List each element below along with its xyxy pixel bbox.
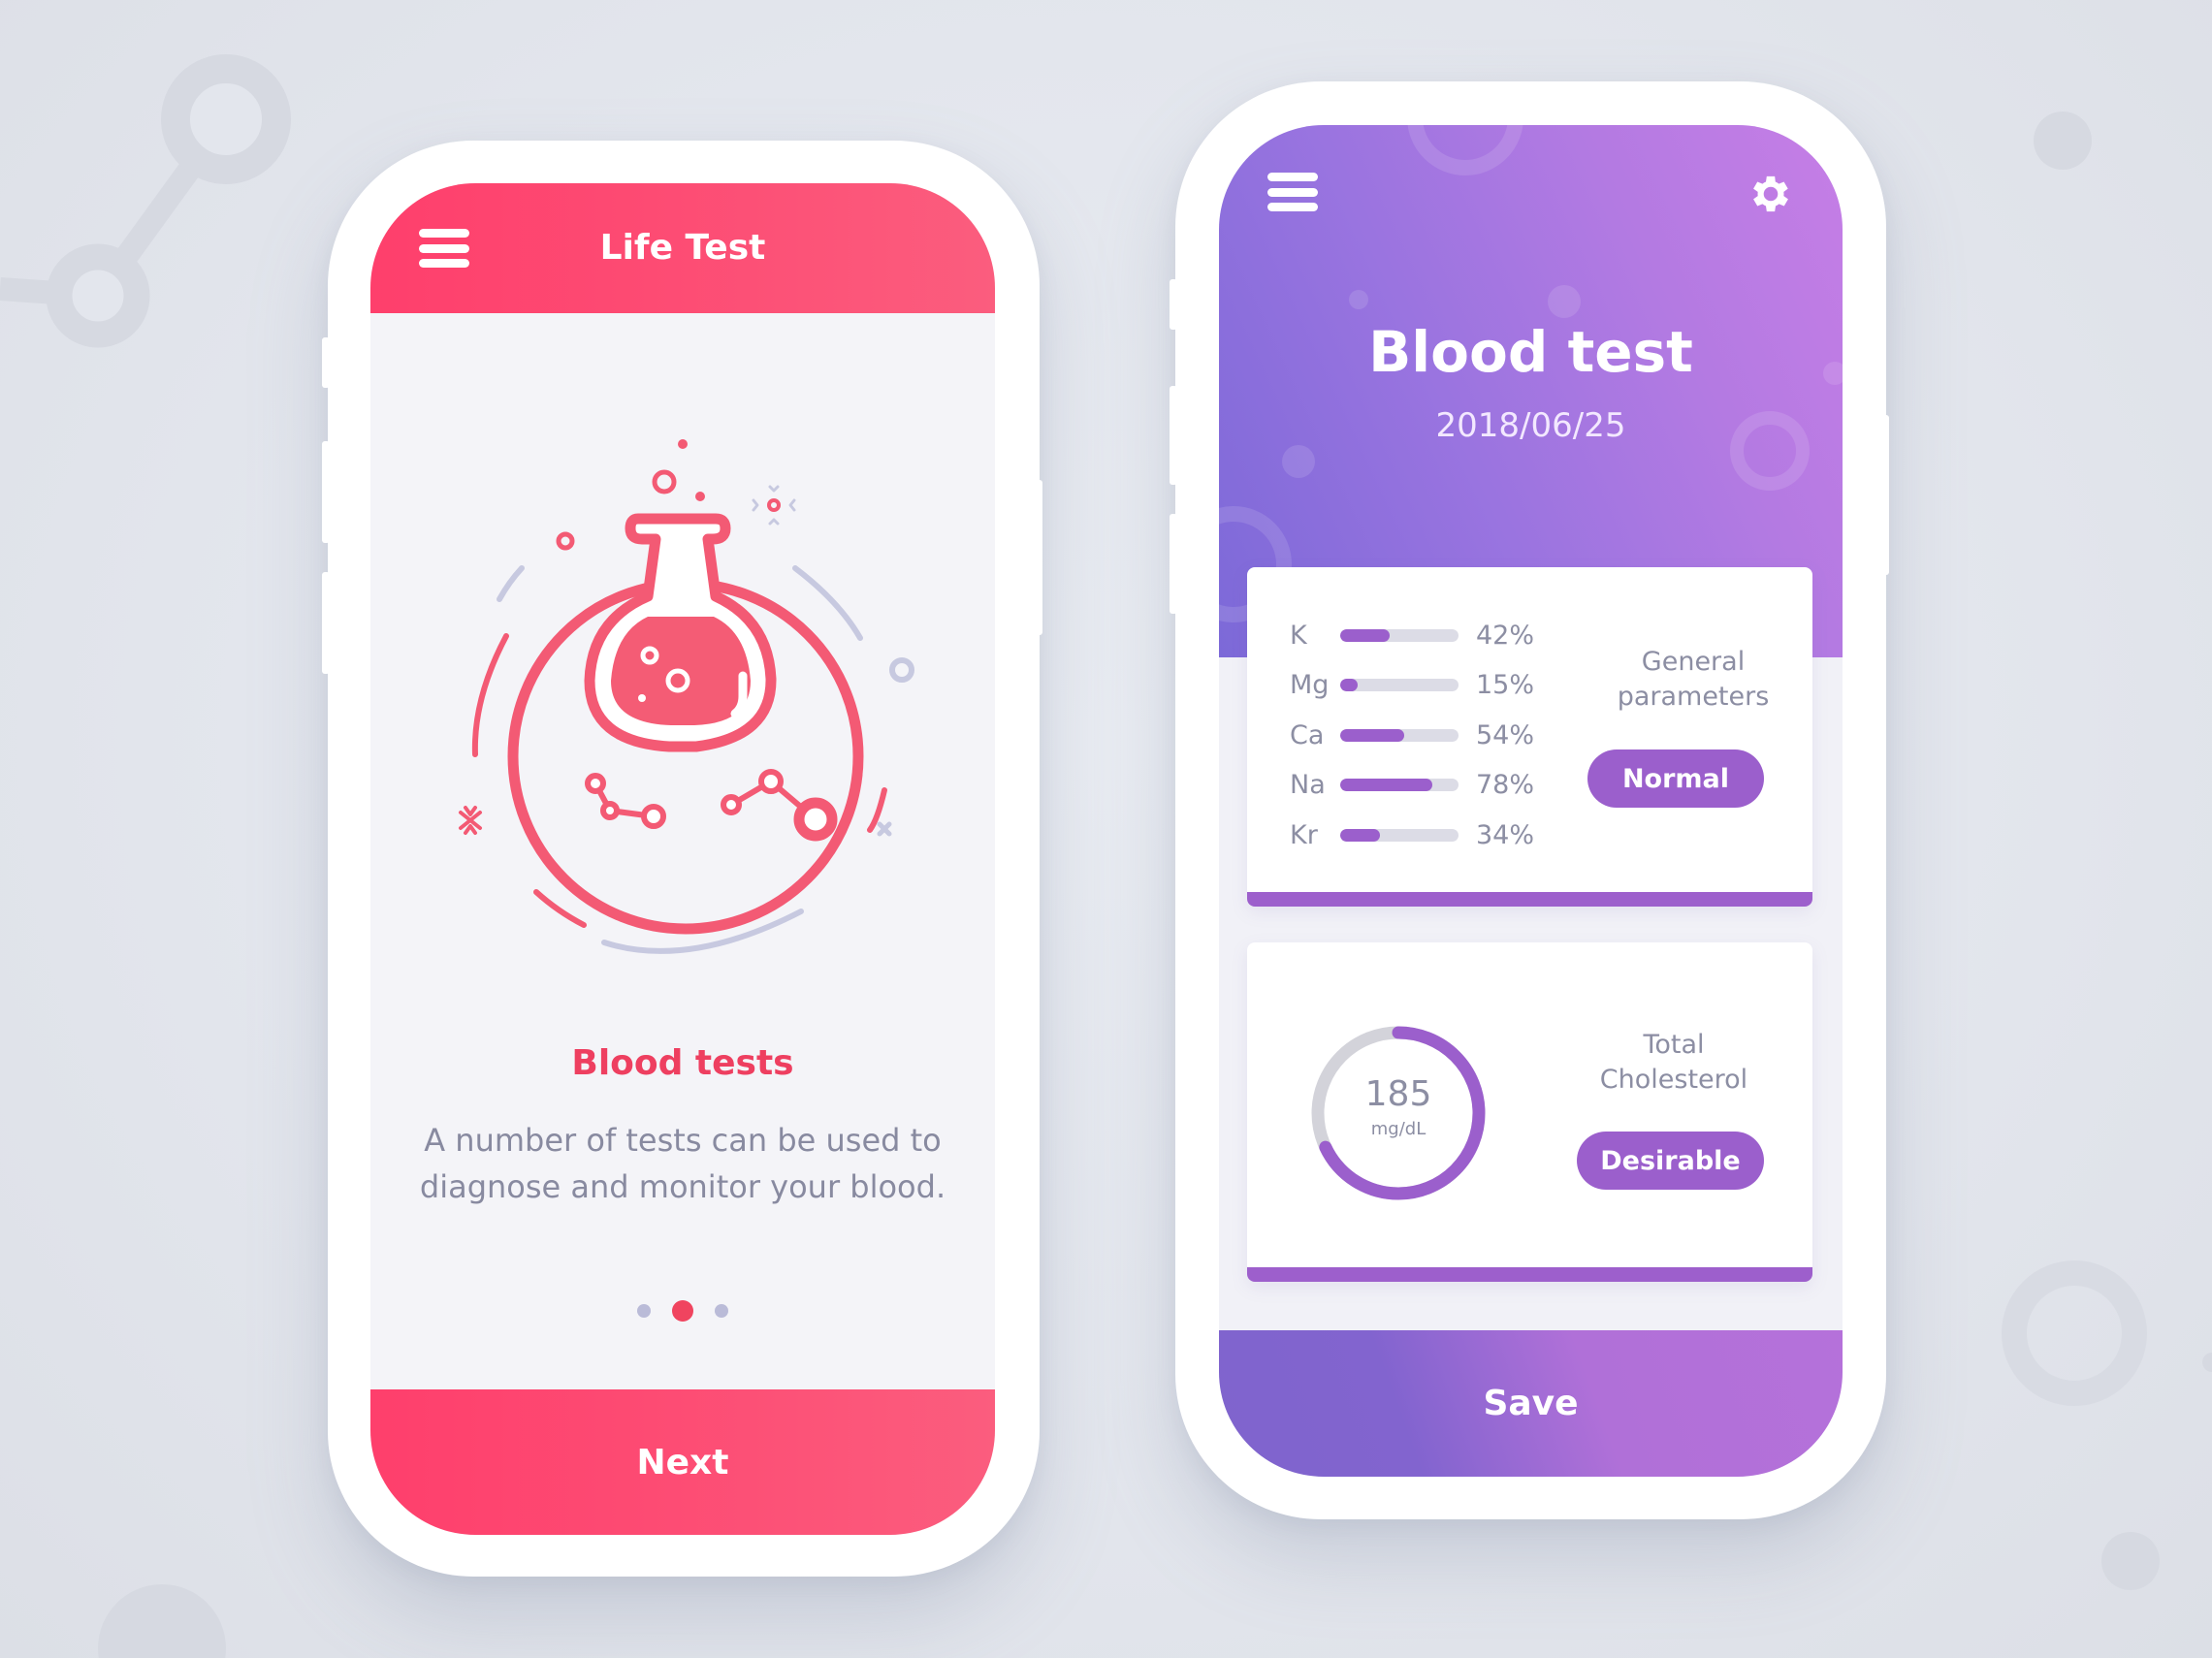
parameter-name: Na (1290, 770, 1326, 800)
parameter-progress-fill (1340, 728, 1404, 742)
parameter-row: Na 78% (1247, 766, 1577, 805)
parameter-name: Mg (1290, 670, 1330, 700)
cholesterol-card: 185 mg/dL Total Cholesterol Desirable (1247, 942, 1812, 1282)
parameter-progress-fill (1340, 628, 1391, 642)
page-indicator (370, 1300, 995, 1322)
general-parameters-card: K 42% Mg 15% Ca 54% Na 78% Kr 34% General paramet… (1247, 567, 1812, 907)
card-accent-bar (1247, 1267, 1812, 1282)
total-cholesterol-label: Total Cholesterol (1567, 1028, 1780, 1098)
onboarding-screen: Life Test Blood tests A number of tests … (370, 183, 995, 1535)
cholesterol-unit: mg/dL (1370, 1119, 1427, 1139)
page-dot[interactable] (637, 1304, 651, 1318)
test-date: 2018/06/25 (1435, 406, 1626, 445)
general-parameters-label: General parameters (1587, 645, 1800, 715)
bubble-decoration (1282, 445, 1315, 478)
label-line: General (1641, 647, 1746, 677)
label-line: Total (1643, 1030, 1705, 1060)
page-dot-active[interactable] (672, 1300, 693, 1322)
parameter-value: 42% (1476, 620, 1535, 651)
parameter-value: 15% (1476, 670, 1535, 700)
status-badge-normal[interactable]: Normal (1587, 749, 1764, 808)
blood-test-results-screen: Blood test 2018/06/25 K 42% Mg 15% Ca 54% Na 78… (1219, 125, 1843, 1477)
hamburger-menu-icon[interactable] (1267, 173, 1318, 211)
save-button[interactable]: Save (1219, 1330, 1843, 1477)
parameter-name: Ca (1290, 719, 1325, 750)
parameter-progress-bar (1340, 779, 1459, 791)
app-header: Life Test (370, 183, 995, 313)
phone-side-button (322, 572, 330, 674)
onboarding-title: Blood tests (571, 1043, 794, 1083)
phone-side-button (322, 337, 330, 388)
onboarding-description-line: A number of tests can be used to (424, 1122, 942, 1159)
parameter-row: Ca 54% (1247, 716, 1577, 754)
phone-side-button (1881, 415, 1889, 575)
parameter-progress-fill (1340, 779, 1433, 791)
parameter-value: 54% (1476, 719, 1535, 750)
card-accent-bar (1247, 892, 1812, 907)
parameter-row: Mg 15% (1247, 666, 1577, 705)
save-button-label: Save (1483, 1384, 1579, 1423)
parameter-name: K (1290, 620, 1307, 651)
results-title: Blood test (1368, 319, 1693, 385)
parameter-name: Kr (1290, 819, 1318, 850)
cholesterol-value: 185 (1364, 1074, 1432, 1114)
bubble-decoration (1548, 285, 1581, 318)
parameter-value: 78% (1476, 770, 1535, 800)
parameter-progress-bar (1340, 679, 1459, 691)
parameter-progress-bar (1340, 628, 1459, 642)
parameter-progress-fill (1340, 828, 1381, 842)
parameter-progress-fill (1340, 679, 1359, 691)
next-button[interactable]: Next (370, 1389, 995, 1535)
phone-side-button (1170, 386, 1177, 485)
parameter-row: Kr 34% (1247, 815, 1577, 854)
app-title: Life Test (599, 228, 766, 268)
chemistry-flask-icon (459, 439, 914, 954)
phone-side-button (1035, 480, 1042, 635)
phone-side-button (1170, 279, 1177, 330)
parameter-value: 34% (1476, 819, 1535, 850)
onboarding-description-line: diagnose and monitor your blood. (419, 1168, 946, 1205)
bubble-decoration (1349, 290, 1368, 309)
parameter-progress-bar (1340, 728, 1459, 742)
page-dot[interactable] (715, 1304, 728, 1318)
phone-side-button (322, 441, 330, 543)
status-badge-desirable[interactable]: Desirable (1577, 1132, 1764, 1190)
parameter-progress-bar (1340, 828, 1459, 842)
parameter-row: K 42% (1247, 616, 1577, 654)
gear-icon[interactable] (1747, 170, 1795, 218)
next-button-label: Next (636, 1442, 729, 1483)
label-line: Cholesterol (1599, 1065, 1748, 1095)
label-line: parameters (1617, 682, 1770, 712)
onboarding-description: A number of tests can be used to diagnos… (370, 1117, 995, 1210)
bubble-decoration (1407, 125, 1523, 175)
phone-side-button (1170, 514, 1177, 614)
